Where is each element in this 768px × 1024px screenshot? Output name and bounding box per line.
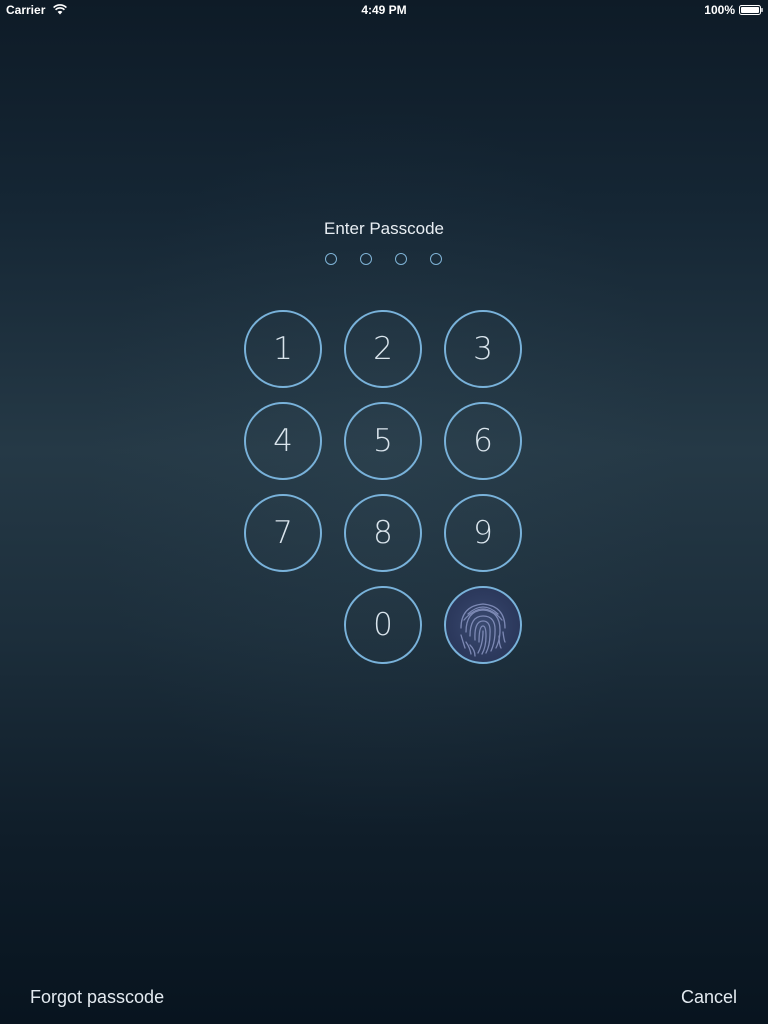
status-bar: Carrier 4:49 PM 100% <box>0 0 768 20</box>
key-4-button[interactable]: 4 <box>244 402 322 480</box>
page-title: Enter Passcode <box>323 219 444 238</box>
fingerprint-icon <box>460 603 506 657</box>
key-0-button[interactable]: 0 <box>344 586 422 664</box>
passcode-dot <box>395 253 407 265</box>
key-6-button[interactable]: 6 <box>444 402 522 480</box>
key-8-button[interactable]: 8 <box>344 494 422 572</box>
touch-id-button[interactable] <box>444 586 522 664</box>
key-label: 7 <box>273 515 293 551</box>
key-7-button[interactable]: 7 <box>244 494 322 572</box>
key-5-button[interactable]: 5 <box>344 402 422 480</box>
key-2-button[interactable]: 2 <box>344 310 422 388</box>
key-label: 0 <box>373 607 393 643</box>
key-label: 1 <box>273 331 293 367</box>
passcode-dot <box>430 253 442 265</box>
passcode-dot <box>360 253 372 265</box>
battery-percentage: 100% <box>704 3 735 17</box>
key-9-button[interactable]: 9 <box>444 494 522 572</box>
key-label: 5 <box>373 423 393 459</box>
passcode-dot <box>325 253 337 265</box>
key-label: 3 <box>473 331 493 367</box>
key-3-button[interactable]: 3 <box>444 310 522 388</box>
key-1-button[interactable]: 1 <box>244 310 322 388</box>
battery-icon <box>739 5 763 15</box>
forgot-passcode-link[interactable]: Forgot passcode <box>30 987 164 1008</box>
key-label: 2 <box>373 331 393 367</box>
status-time: 4:49 PM <box>361 3 407 17</box>
key-label: 9 <box>473 515 493 551</box>
key-label: 4 <box>273 423 293 459</box>
cancel-button[interactable]: Cancel <box>681 987 737 1008</box>
passcode-dots <box>323 253 445 269</box>
key-label: 6 <box>473 423 493 459</box>
key-label: 8 <box>373 515 393 551</box>
